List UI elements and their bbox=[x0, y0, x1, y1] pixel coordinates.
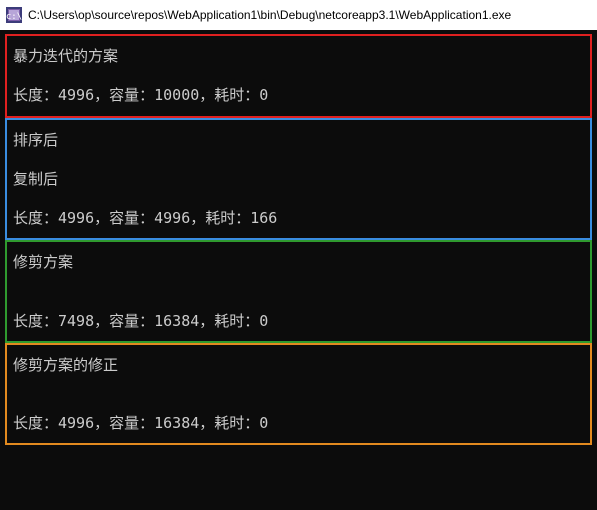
stats-line: 长度：7498，容量：16384，耗时：0 bbox=[13, 311, 584, 331]
copy-line: 复制后 bbox=[13, 169, 584, 189]
window-title: C:\Users\op\source\repos\WebApplication1… bbox=[28, 8, 511, 22]
app-icon: c:\ bbox=[6, 7, 22, 23]
section-heading: 修剪方案的修正 bbox=[13, 355, 584, 375]
stats-line: 长度：4996，容量：10000，耗时：0 bbox=[13, 85, 584, 105]
stats-line: 长度：4996，容量：16384，耗时：0 bbox=[13, 413, 584, 433]
stats-line: 长度：4996，容量：4996，耗时：166 bbox=[13, 208, 584, 228]
blank-line bbox=[13, 292, 584, 311]
sort-line: 排序后 bbox=[13, 130, 584, 150]
section-sort-copy: 排序后 复制后 长度：4996，容量：4996，耗时：166 bbox=[5, 118, 592, 241]
svg-text:c:\: c:\ bbox=[6, 12, 22, 22]
section-heading: 修剪方案 bbox=[13, 252, 584, 272]
section-heading: 暴力迭代的方案 bbox=[13, 46, 584, 66]
console-output: 暴力迭代的方案 长度：4996，容量：10000，耗时：0 排序后 复制后 长度… bbox=[0, 30, 597, 510]
section-brute-force: 暴力迭代的方案 长度：4996，容量：10000，耗时：0 bbox=[5, 34, 592, 118]
blank-line bbox=[13, 150, 584, 169]
section-trim-fixed: 修剪方案的修正 长度：4996，容量：16384，耗时：0 bbox=[5, 343, 592, 446]
blank-line bbox=[13, 66, 584, 85]
blank-line bbox=[13, 394, 584, 413]
section-trim: 修剪方案 长度：7498，容量：16384，耗时：0 bbox=[5, 240, 592, 343]
blank-line bbox=[13, 189, 584, 208]
window-titlebar[interactable]: c:\ C:\Users\op\source\repos\WebApplicat… bbox=[0, 0, 597, 30]
blank-line bbox=[13, 273, 584, 292]
blank-line bbox=[13, 375, 584, 394]
